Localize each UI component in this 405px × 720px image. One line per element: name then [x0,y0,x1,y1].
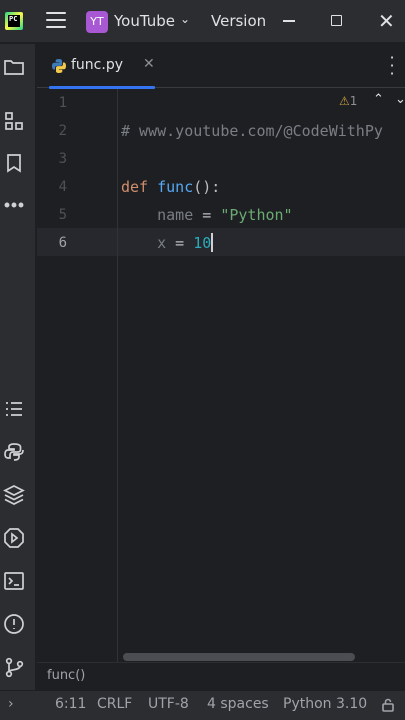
number-literal: 10 [193,234,212,252]
warning-icon: ⚠ [339,94,350,108]
python-console-icon[interactable] [3,441,25,463]
caret-position[interactable]: 6:11 [55,696,86,712]
breadcrumb[interactable]: func() [47,668,85,683]
vcs-widget[interactable]: Version [211,12,265,30]
current-line-highlight [37,228,405,256]
structure-icon[interactable] [3,110,25,132]
chevron-down-icon[interactable]: ⌄ [180,12,190,26]
chevron-up-icon[interactable]: ⌃ [373,92,384,107]
variable-name: name [157,206,194,224]
line-number[interactable]: 5 [37,201,67,229]
main-menu-icon[interactable] [46,12,66,30]
project-name[interactable]: YouTube [114,12,175,30]
inspection-count: 1 [349,94,358,108]
code-line-2[interactable]: # www.youtube.com/@CodeWithPy [121,117,383,145]
line-separator[interactable]: CRLF [97,696,132,712]
variable-name: x [157,234,167,252]
function-name: func [157,178,194,196]
lock-icon[interactable] [381,698,395,716]
chevron-right-icon[interactable]: › [8,696,14,712]
code-editor[interactable]: 1 2 3 4 5 6 # www.youtube.com/@CodeWithP… [37,89,405,662]
line-number[interactable]: 1 [37,89,67,117]
tool-window-strip [0,44,36,692]
terminal-icon[interactable] [3,570,25,592]
services-icon[interactable] [3,527,25,549]
python-file-icon [52,59,66,73]
punctuation: (): [193,178,221,196]
code-line-6[interactable]: x = 10 [121,229,214,257]
comment: # www.youtube.com/@CodeWithPy [121,122,383,140]
tab-func-py[interactable]: func.py ✕ [49,44,155,89]
file-encoding[interactable]: UTF-8 [148,696,189,712]
maximize-icon[interactable] [331,15,342,26]
close-icon[interactable]: ✕ [143,56,155,72]
editor-tab-bar: func.py ✕ · · · [37,44,405,89]
folder-icon[interactable] [3,56,25,78]
more-vertical-icon[interactable]: · · · [389,50,395,82]
project-badge[interactable]: YT [86,11,108,33]
line-number[interactable]: 4 [37,173,67,201]
tab-label: func.py [71,57,123,73]
gutter-divider [117,89,118,662]
line-number[interactable]: 3 [37,145,67,173]
minimize-icon[interactable] [283,20,295,22]
string-literal: "Python" [220,206,293,224]
packages-icon[interactable] [3,484,25,506]
bookmark-icon[interactable] [3,152,25,174]
status-bar: › 6:11 CRLF UTF-8 4 spaces Python 3.10 [0,690,405,720]
chevron-down-icon[interactable]: ⌄ [395,92,405,107]
keyword: def [121,178,149,196]
pycharm-logo-icon[interactable]: PC [5,12,23,30]
operator: = [166,234,194,252]
title-bar: PC YT YouTube ⌄ Version ✕ [0,0,405,43]
problems-icon[interactable] [3,613,25,635]
code-line-4[interactable]: def func(): [121,173,220,201]
breadcrumb-bar: func() [37,662,405,690]
python-interpreter[interactable]: Python 3.10 [283,696,367,712]
todo-icon[interactable] [3,398,25,420]
text-caret [211,233,214,252]
logo-text: PC [8,15,20,27]
line-number-active[interactable]: 6 [37,229,67,257]
operator: = [193,206,221,224]
code-line-5[interactable]: name = "Python" [121,201,293,229]
line-number[interactable]: 2 [37,117,67,145]
close-icon[interactable]: ✕ [378,9,395,33]
git-icon[interactable] [3,656,25,678]
indent-setting[interactable]: 4 spaces [207,696,269,712]
more-icon[interactable] [3,194,25,216]
inspection-widget[interactable]: ⚠1 [339,94,357,108]
horizontal-scrollbar[interactable] [123,653,355,661]
